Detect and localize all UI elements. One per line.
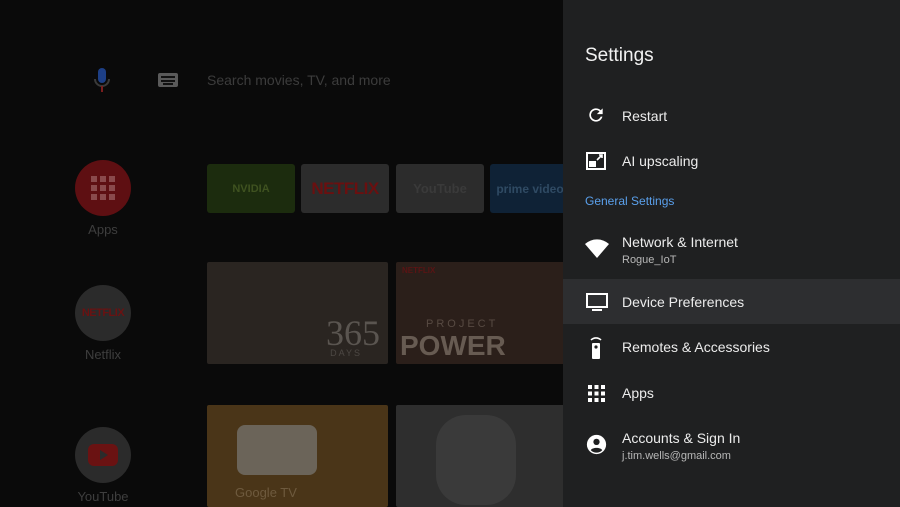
settings-item-label: AI upscaling xyxy=(622,153,699,169)
app-tile-netflix[interactable]: NETFLIX xyxy=(301,164,389,213)
settings-item-sublabel: j.tim.wells@gmail.com xyxy=(622,450,731,462)
restart-icon xyxy=(585,104,607,126)
settings-item-label: Apps xyxy=(622,385,654,401)
tv-icon xyxy=(585,291,609,313)
nav-item-apps[interactable]: Apps xyxy=(75,160,131,237)
settings-item-device-preferences[interactable]: Device Preferences xyxy=(563,279,900,324)
nav-label: Netflix xyxy=(84,347,122,362)
settings-item-accounts-sign-in[interactable]: Accounts & Sign In j.tim.wells@gmail.com xyxy=(563,422,900,468)
poster-badge: NETFLIX xyxy=(402,266,436,275)
netflix-logo-text: NETFLIX xyxy=(81,307,125,319)
poster-365-days[interactable]: 365 DAYS xyxy=(207,262,388,364)
app-tile-label: prime video xyxy=(496,181,563,196)
poster-subtitle: DAYS xyxy=(330,348,362,358)
search-placeholder[interactable]: Search movies, TV, and more xyxy=(207,72,391,88)
nav-item-youtube[interactable]: YouTube xyxy=(75,427,131,504)
poster-project-power[interactable]: NETFLIX PROJECT POWER xyxy=(396,262,563,364)
settings-item-label: Device Preferences xyxy=(622,294,745,310)
settings-title: Settings xyxy=(585,45,654,66)
app-tile-nvidia[interactable]: NVIDIA xyxy=(207,164,295,213)
remote-icon xyxy=(585,334,607,360)
nav-item-netflix[interactable]: NETFLIX Netflix xyxy=(75,285,131,362)
settings-item-label: Remotes & Accessories xyxy=(622,339,770,355)
ai-upscaling-icon xyxy=(585,150,607,172)
app-tile-youtube[interactable]: YouTube xyxy=(396,164,484,213)
settings-item-restart[interactable]: Restart xyxy=(563,92,900,138)
keyboard-icon[interactable] xyxy=(158,73,178,87)
nav-label: YouTube xyxy=(77,489,129,504)
youtube-icon xyxy=(75,427,131,483)
poster-sports[interactable] xyxy=(396,405,563,507)
settings-item-sublabel: Rogue_IoT xyxy=(622,254,677,266)
poster-google-tv[interactable]: Google TV xyxy=(207,405,388,507)
settings-item-apps[interactable]: Apps xyxy=(563,369,900,415)
settings-item-ai-upscaling[interactable]: AI upscaling xyxy=(563,138,900,184)
settings-item-network-internet[interactable]: Network & Internet Rogue_IoT xyxy=(563,226,900,272)
apps-grid-icon xyxy=(585,382,607,404)
home-screen-background: Search movies, TV, and more Apps NETFLIX… xyxy=(0,0,563,507)
app-tile-label: NETFLIX xyxy=(311,178,379,198)
poster-title: POWER xyxy=(400,330,506,361)
app-tile-prime-video[interactable]: prime video xyxy=(490,164,563,213)
poster-image xyxy=(436,415,516,505)
netflix-logo: NETFLIX xyxy=(75,285,131,341)
settings-item-remotes-accessories[interactable]: Remotes & Accessories xyxy=(563,324,900,369)
app-tile-label: NVIDIA xyxy=(232,182,270,195)
settings-panel: Settings Restart AI upscaling General Se… xyxy=(563,0,900,507)
section-header-general-settings: General Settings xyxy=(585,194,675,208)
settings-item-label: Restart xyxy=(622,108,668,124)
settings-item-label: Accounts & Sign In xyxy=(622,430,741,446)
microphone-icon[interactable] xyxy=(93,68,111,94)
chromecast-device-image xyxy=(237,425,317,475)
poster-kicker: PROJECT xyxy=(426,318,499,330)
wifi-icon xyxy=(585,238,609,260)
app-tile-label: YouTube xyxy=(413,181,467,196)
account-icon xyxy=(585,433,607,455)
settings-item-label: Network & Internet xyxy=(622,234,738,250)
poster-title: Google TV xyxy=(235,485,297,500)
nav-label: Apps xyxy=(88,222,118,237)
apps-grid-icon xyxy=(75,160,131,216)
